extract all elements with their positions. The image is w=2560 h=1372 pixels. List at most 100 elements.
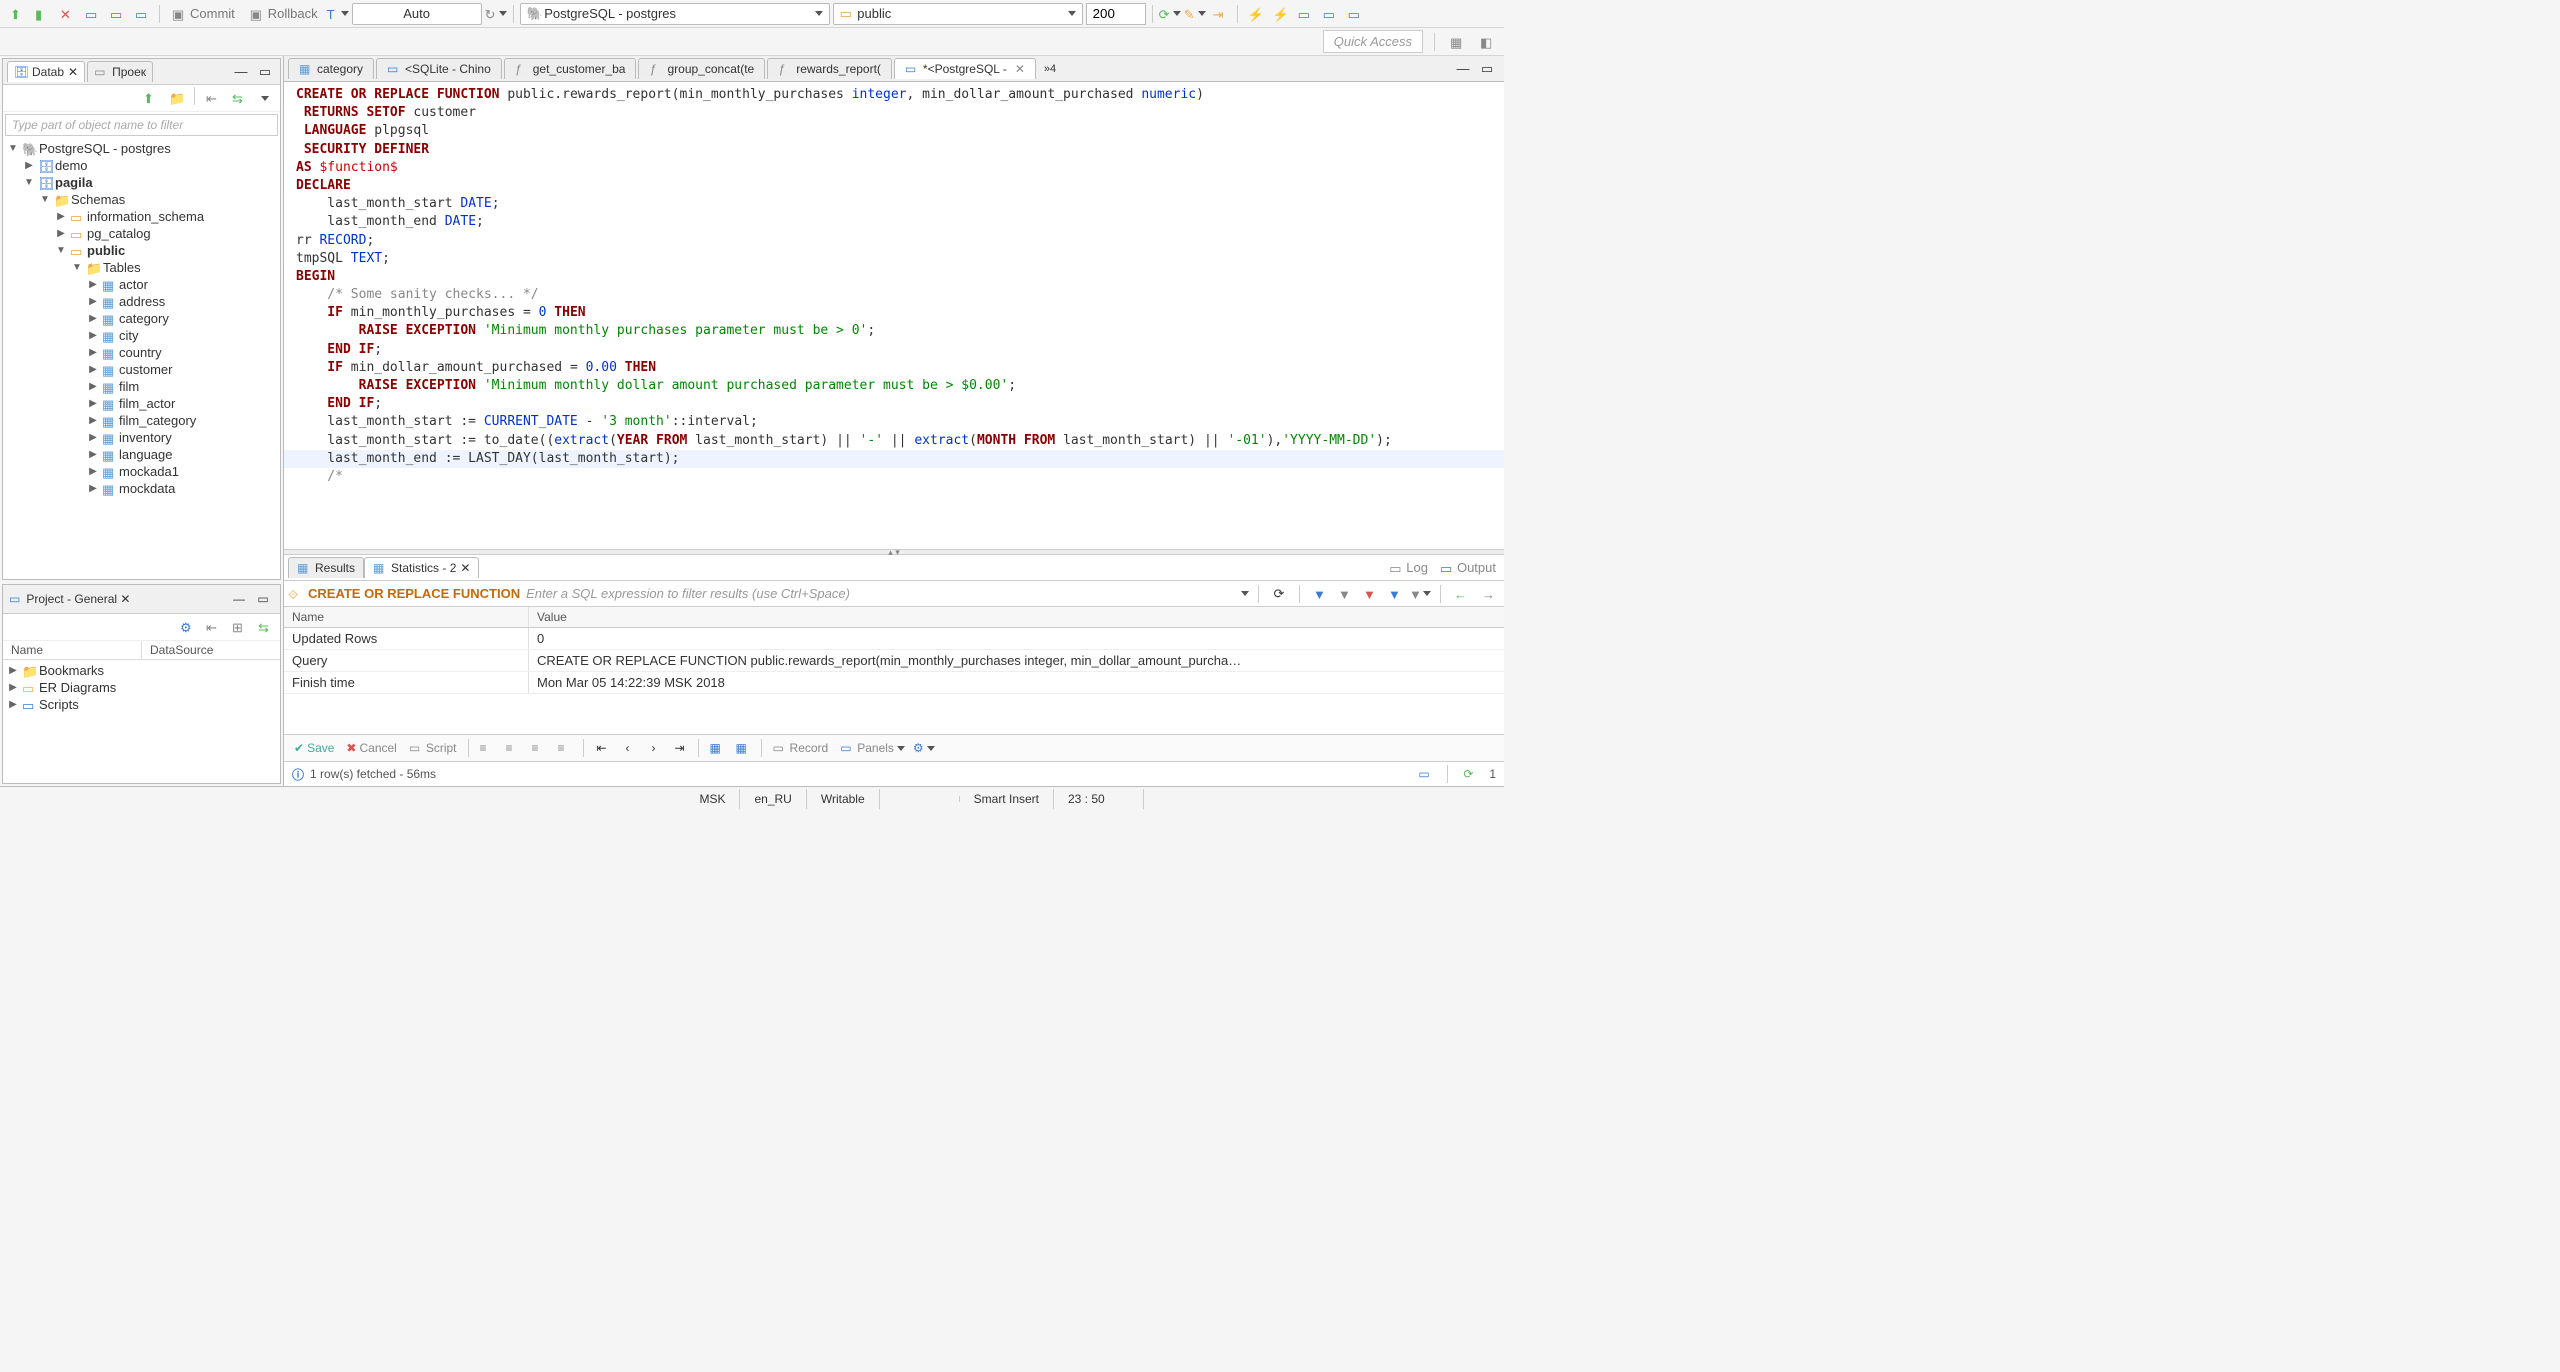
tab-sqlite[interactable]: ▭<SQLite - Chino bbox=[376, 58, 502, 79]
filter-red-icon[interactable]: ▼ bbox=[1359, 583, 1381, 605]
minimize-icon[interactable]: — bbox=[230, 61, 252, 83]
cancel-button[interactable]: ✖Cancel bbox=[342, 739, 400, 757]
tree-table-country[interactable]: ▶▦country bbox=[7, 344, 276, 361]
prev-icon[interactable]: ‹ bbox=[617, 737, 639, 759]
link-icon[interactable]: ⇆ bbox=[254, 616, 276, 638]
dbeaver-icon[interactable]: ◧ bbox=[1476, 31, 1498, 53]
tree-schemas[interactable]: ▼📁Schemas bbox=[7, 191, 276, 208]
col-datasource[interactable]: DataSource bbox=[142, 641, 280, 659]
collapse-icon[interactable]: ⇤ bbox=[202, 87, 224, 109]
link-icon[interactable]: ⇆ bbox=[228, 87, 250, 109]
close-icon[interactable]: ✕ bbox=[1015, 62, 1025, 76]
close-icon[interactable]: ✕ bbox=[68, 65, 78, 79]
col-header-value[interactable]: Value bbox=[529, 607, 1504, 627]
gear-icon[interactable]: ⚙ bbox=[176, 616, 198, 638]
tree-scripts[interactable]: ▶▭Scripts bbox=[7, 696, 276, 713]
maximize-icon[interactable]: ▭ bbox=[254, 61, 276, 83]
refresh-icon[interactable]: ⟳ bbox=[1159, 3, 1181, 25]
tabs-overflow[interactable]: »4 bbox=[1040, 61, 1060, 77]
bolt-icon[interactable]: ⚡ bbox=[1244, 3, 1266, 25]
schema-dropdown[interactable]: ▭ public bbox=[833, 3, 1083, 25]
nav-fwd-icon[interactable]: → bbox=[1478, 583, 1500, 605]
panels-button[interactable]: ▭Panels bbox=[836, 739, 909, 757]
explain-icon[interactable]: ▭ bbox=[1294, 3, 1316, 25]
sql-recent-icon[interactable]: ▭ bbox=[106, 3, 128, 25]
tree-tables[interactable]: ▼📁Tables bbox=[7, 259, 276, 276]
minimize-icon[interactable]: — bbox=[228, 588, 250, 610]
tab-postgresql-active[interactable]: ▭*<PostgreSQL -✕ bbox=[894, 58, 1036, 79]
maximize-icon[interactable]: ▭ bbox=[1476, 58, 1498, 80]
filter-clear-icon[interactable]: ▼ bbox=[1334, 583, 1356, 605]
explain3-icon[interactable]: ▭ bbox=[1344, 3, 1366, 25]
refresh-icon[interactable]: ⟳ bbox=[1268, 583, 1290, 605]
output-button[interactable]: ▭Output bbox=[1436, 558, 1500, 577]
tree-table-category[interactable]: ▶▦category bbox=[7, 310, 276, 327]
quick-access-input[interactable]: Quick Access bbox=[1323, 30, 1423, 53]
history-icon[interactable]: ↻ bbox=[485, 3, 507, 25]
tree-schema-pgcatalog[interactable]: ▶▭pg_catalog bbox=[7, 225, 276, 242]
script-button[interactable]: ▭Script bbox=[405, 739, 461, 757]
gear-icon[interactable]: ⚙ bbox=[913, 737, 935, 759]
minimize-icon[interactable]: — bbox=[1452, 58, 1474, 80]
tab-category[interactable]: ▦category bbox=[288, 58, 374, 79]
last-icon[interactable]: ⇥ bbox=[669, 737, 691, 759]
tree-table-mockada1[interactable]: ▶▦mockada1 bbox=[7, 463, 276, 480]
filter-icon[interactable]: ▼ bbox=[1384, 583, 1406, 605]
commit-button[interactable]: ▣Commit bbox=[166, 4, 241, 23]
next-icon[interactable]: › bbox=[643, 737, 665, 759]
log-button[interactable]: ▭Log bbox=[1385, 558, 1432, 577]
add-icon[interactable]: ⊞ bbox=[228, 616, 250, 638]
sql-new-icon[interactable]: ▭ bbox=[81, 3, 103, 25]
sql-editor[interactable]: CREATE OR REPLACE FUNCTION public.reward… bbox=[284, 82, 1504, 549]
tree-bookmarks[interactable]: ▶📁Bookmarks bbox=[7, 662, 276, 679]
folder-icon[interactable]: 📁 bbox=[165, 87, 187, 109]
col-name[interactable]: Name bbox=[3, 641, 142, 659]
rollback-button[interactable]: ▣Rollback bbox=[244, 4, 324, 23]
export-icon[interactable]: ▭ bbox=[1414, 763, 1436, 785]
connect-db-icon[interactable]: ⬆ bbox=[139, 87, 161, 109]
tree-er-diagrams[interactable]: ▶▭ER Diagrams bbox=[7, 679, 276, 696]
tab-rewards-report[interactable]: ƒrewards_report( bbox=[767, 58, 892, 79]
tree-table-inventory[interactable]: ▶▦inventory bbox=[7, 429, 276, 446]
grid-icon[interactable]: ▦ bbox=[732, 737, 754, 759]
first-icon[interactable]: ⇤ bbox=[591, 737, 613, 759]
collapse-icon[interactable]: ⇤ bbox=[202, 616, 224, 638]
nav-back-icon[interactable]: ← bbox=[1450, 583, 1472, 605]
grid-icon[interactable]: ▦ bbox=[706, 737, 728, 759]
autoscroll-icon[interactable]: ⇥ bbox=[1209, 3, 1231, 25]
tab-database-navigator[interactable]: 🗄Datab ✕ bbox=[7, 61, 85, 82]
tab-group-concat[interactable]: ƒgroup_concat(te bbox=[638, 58, 765, 79]
plug-icon[interactable]: ▮ bbox=[31, 3, 53, 25]
tab-get-customer[interactable]: ƒget_customer_ba bbox=[504, 58, 637, 79]
record-button[interactable]: ▭Record bbox=[769, 739, 833, 757]
tree-db-demo[interactable]: ▶🗄demo bbox=[7, 157, 276, 174]
filter-icon[interactable]: ▼ bbox=[1309, 583, 1331, 605]
tree-table-film-category[interactable]: ▶▦film_category bbox=[7, 412, 276, 429]
tree-db-pagila[interactable]: ▼🗄pagila bbox=[7, 174, 276, 191]
stop-icon[interactable]: ✎ bbox=[1184, 3, 1206, 25]
connect-icon[interactable]: ⬆ bbox=[6, 3, 28, 25]
perspective-icon[interactable]: ▦ bbox=[1446, 31, 1468, 53]
filter-hint[interactable]: Enter a SQL expression to filter results… bbox=[526, 586, 1235, 601]
filter-history-icon[interactable] bbox=[1241, 591, 1249, 596]
filter-menu-icon[interactable]: ▼ bbox=[1409, 583, 1431, 605]
menu-icon[interactable] bbox=[254, 87, 276, 109]
maximize-icon[interactable]: ▭ bbox=[252, 588, 274, 610]
tree-table-mockdata[interactable]: ▶▦mockdata bbox=[7, 480, 276, 497]
tree-schema-info[interactable]: ▶▭information_schema bbox=[7, 208, 276, 225]
bolt2-icon[interactable]: ⚡ bbox=[1269, 3, 1291, 25]
tree-table-address[interactable]: ▶▦address bbox=[7, 293, 276, 310]
explain2-icon[interactable]: ▭ bbox=[1319, 3, 1341, 25]
tree-connection[interactable]: ▼🐘PostgreSQL - postgres bbox=[7, 140, 276, 157]
close-icon[interactable]: ✕ bbox=[120, 592, 130, 606]
statistics-tab[interactable]: ▦Statistics - 2 ✕ bbox=[364, 557, 479, 578]
edit-row-icon[interactable]: ≡ bbox=[528, 737, 550, 759]
close-icon[interactable]: ✕ bbox=[460, 561, 470, 575]
row-limit-input[interactable] bbox=[1086, 3, 1146, 25]
tree-schema-public[interactable]: ▼▭public bbox=[7, 242, 276, 259]
edit-row-icon[interactable]: ≡ bbox=[502, 737, 524, 759]
connection-dropdown[interactable]: 🐘 PostgreSQL - postgres bbox=[520, 3, 830, 25]
tree-table-language[interactable]: ▶▦language bbox=[7, 446, 276, 463]
refresh-icon[interactable]: ⟳ bbox=[1459, 763, 1481, 785]
col-header-name[interactable]: Name bbox=[284, 607, 529, 627]
